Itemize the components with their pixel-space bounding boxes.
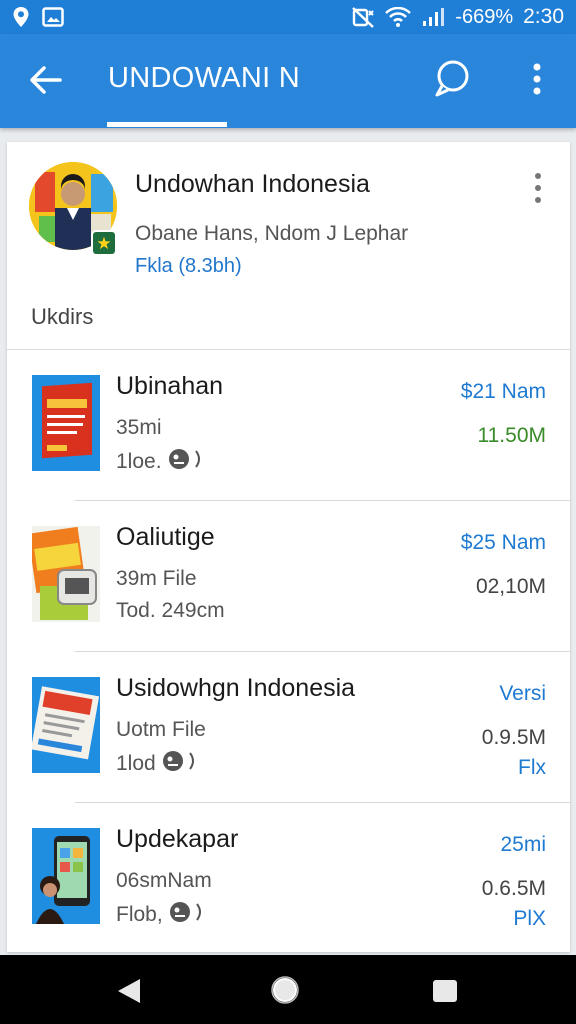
item-meta: 39m File <box>116 567 197 590</box>
section-label: Ukdirs <box>31 304 94 329</box>
item-size: 11.50M <box>477 424 547 447</box>
channel-subtitle: Obane Hans, Ndom J Lephar <box>135 222 409 245</box>
system-nav-bar <box>0 955 576 1024</box>
nav-back-icon[interactable] <box>114 977 144 1005</box>
status-bar: -669% 2:30 <box>0 0 576 34</box>
item-info: 1lod <box>116 750 202 778</box>
item-title: Updekapar <box>116 825 239 853</box>
channel-link[interactable]: Fkla (8.3bh) <box>135 255 242 278</box>
item-size: 02,10M <box>475 575 546 598</box>
status-left-icons <box>12 6 64 28</box>
more-vert-icon[interactable] <box>522 58 552 100</box>
item-price: $21 Nam <box>460 380 546 403</box>
item-price: 25mi <box>500 833 546 856</box>
item-info-text: Tod. 249cm <box>116 599 225 622</box>
page-title: UNDOWANI N <box>108 62 301 94</box>
item-title: Usidowhgn Indonesia <box>116 674 356 702</box>
item-title: Oaliutige <box>116 523 215 551</box>
item-price: $25 Nam <box>460 531 546 554</box>
list-item[interactable]: Ubinahan 35mi 1loe. $21 Nam 11.50M <box>7 350 570 501</box>
item-meta: Uotm File <box>116 718 206 741</box>
cloud-icon <box>162 750 202 778</box>
mute-icon <box>351 6 375 28</box>
book-thumbnail <box>32 828 100 924</box>
nav-recents-icon[interactable] <box>432 979 458 1003</box>
image-icon <box>42 7 64 27</box>
item-size: 0.9.5M <box>481 726 546 749</box>
app-bar: UNDOWANI N <box>0 34 576 128</box>
item-info-text: 1lod <box>116 752 156 775</box>
channel-header: ★ Undowhan Indonesia Obane Hans, Ndom J … <box>7 142 570 350</box>
item-size: 0.6.5M <box>481 877 546 900</box>
book-thumbnail <box>32 375 100 471</box>
book-thumbnail <box>32 677 100 773</box>
signal-icon <box>421 7 445 27</box>
item-info: Flob, <box>116 901 209 929</box>
back-arrow-icon[interactable] <box>26 62 66 98</box>
tab-indicator <box>107 122 227 127</box>
star-badge-icon: ★ <box>91 230 117 256</box>
clock: 2:30 <box>523 5 564 28</box>
location-icon <box>12 6 30 28</box>
item-info: Tod. 249cm <box>116 599 225 623</box>
item-title: Ubinahan <box>116 372 224 400</box>
cloud-icon <box>169 901 209 929</box>
chat-icon[interactable] <box>432 58 472 100</box>
item-meta: 35mi <box>116 416 162 439</box>
item-info-text: 1loe. <box>116 450 162 473</box>
channel-more-icon[interactable] <box>529 170 547 206</box>
item-list: Ubinahan 35mi 1loe. $21 Nam 11.50M Oaliu… <box>7 350 570 954</box>
cloud-icon <box>168 448 208 476</box>
item-tag: PlX <box>513 907 546 930</box>
channel-name: Undowhan Indonesia <box>135 170 370 198</box>
list-item[interactable]: Oaliutige 39m File Tod. 249cm $25 Nam 02… <box>7 501 570 652</box>
item-info: 1loe. <box>116 448 208 476</box>
status-right-icons: -669% 2:30 <box>351 5 564 29</box>
item-meta: 06smNam <box>116 869 212 892</box>
item-tag: Flx <box>518 756 546 779</box>
book-thumbnail <box>32 526 100 622</box>
list-item[interactable]: Usidowhgn Indonesia Uotm File 1lod Versi… <box>7 652 570 803</box>
content-card: ★ Undowhan Indonesia Obane Hans, Ndom J … <box>7 142 570 952</box>
battery-percent: -669% <box>455 5 514 28</box>
item-price: Versi <box>499 682 546 705</box>
item-info-text: Flob, <box>116 903 163 926</box>
nav-home-icon[interactable] <box>270 975 300 1005</box>
list-item[interactable]: Updekapar 06smNam Flob, 25mi 0.6.5M PlX <box>7 803 570 954</box>
wifi-icon <box>385 7 412 27</box>
